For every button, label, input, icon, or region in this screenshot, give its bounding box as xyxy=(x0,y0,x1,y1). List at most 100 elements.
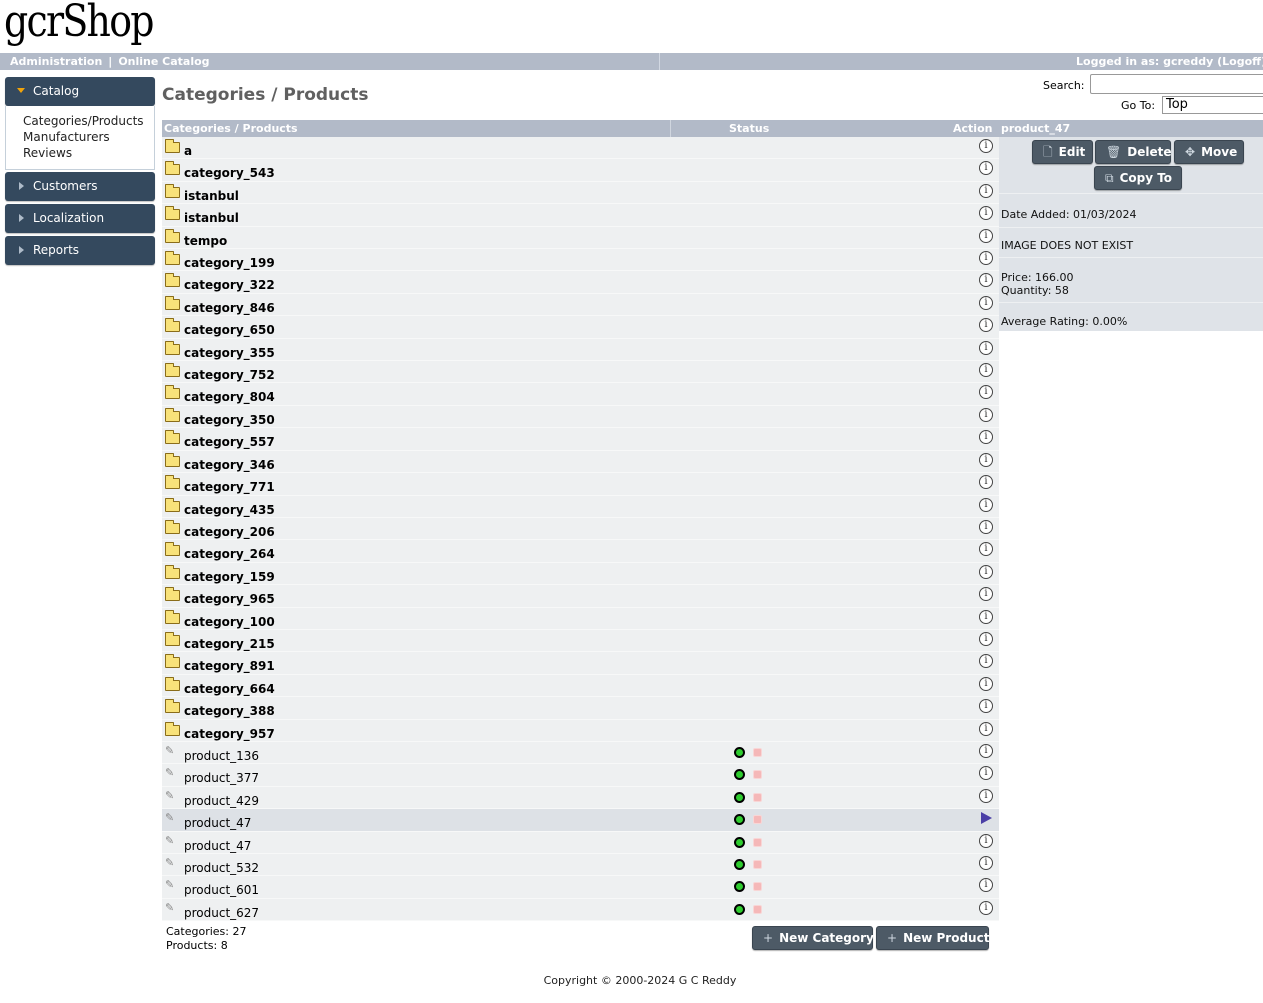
category-name[interactable]: a xyxy=(184,144,192,158)
category-name[interactable]: istanbul xyxy=(184,189,239,203)
info-icon[interactable]: i xyxy=(979,587,993,602)
info-icon[interactable]: i xyxy=(979,407,993,422)
status-active-icon[interactable] xyxy=(734,836,745,848)
category-name[interactable]: category_650 xyxy=(184,323,275,337)
category-name[interactable]: category_388 xyxy=(184,704,275,718)
category-name[interactable]: category_350 xyxy=(184,413,275,427)
sidebar-item-reviews[interactable]: Reviews xyxy=(23,146,72,160)
category-row[interactable]: category_388 i xyxy=(162,697,999,720)
category-name[interactable]: category_199 xyxy=(184,256,275,270)
info-icon[interactable]: i xyxy=(979,519,993,534)
status-inactive-icon[interactable] xyxy=(753,770,762,780)
move-button[interactable]: ✥ Move xyxy=(1174,140,1244,164)
status-inactive-icon[interactable] xyxy=(753,747,762,757)
sidebar-section-customers[interactable]: Customers xyxy=(5,172,155,201)
status-active-icon[interactable] xyxy=(734,791,745,803)
info-icon[interactable]: i xyxy=(979,564,993,579)
category-name[interactable]: tempo xyxy=(184,234,227,248)
info-icon[interactable]: i xyxy=(979,452,993,467)
category-row[interactable]: category_752 i xyxy=(162,361,999,384)
category-row[interactable]: category_664 i xyxy=(162,674,999,698)
sidebar-section-localization[interactable]: Localization xyxy=(5,204,155,233)
category-row[interactable]: category_215 i xyxy=(162,629,999,653)
category-row[interactable]: category_100 i xyxy=(162,607,999,630)
info-icon[interactable]: i xyxy=(979,295,993,310)
category-row[interactable]: tempo i xyxy=(162,226,999,250)
status-inactive-icon[interactable] xyxy=(753,882,762,892)
category-name[interactable]: category_100 xyxy=(184,615,275,629)
info-icon[interactable]: i xyxy=(979,721,993,736)
category-name[interactable]: category_215 xyxy=(184,637,275,651)
administration-link[interactable]: Administration xyxy=(10,55,102,68)
category-name[interactable]: category_322 xyxy=(184,278,275,292)
category-name[interactable]: category_846 xyxy=(184,301,275,315)
info-icon[interactable]: i xyxy=(979,676,993,691)
info-icon[interactable]: i xyxy=(979,161,993,176)
category-row[interactable]: category_350 i xyxy=(162,405,999,429)
category-name[interactable]: category_752 xyxy=(184,368,275,382)
category-row[interactable]: ai xyxy=(162,137,999,160)
category-row[interactable]: category_206 i xyxy=(162,517,999,541)
info-icon[interactable]: i xyxy=(979,900,993,915)
category-name[interactable]: category_355 xyxy=(184,346,275,360)
category-name[interactable]: category_543 xyxy=(184,166,275,180)
info-icon[interactable]: i xyxy=(979,363,993,378)
category-name[interactable]: category_965 xyxy=(184,592,275,606)
category-row[interactable]: category_355 i xyxy=(162,338,999,362)
product-row[interactable]: ✎ product_601 i xyxy=(162,876,999,899)
status-active-icon[interactable] xyxy=(734,769,745,781)
status-active-icon[interactable] xyxy=(734,881,745,893)
status-inactive-icon[interactable] xyxy=(753,815,762,825)
category-row[interactable]: category_199 i xyxy=(162,249,999,272)
status-active-icon[interactable] xyxy=(734,859,745,870)
info-icon[interactable]: i xyxy=(979,497,993,512)
info-icon[interactable]: i xyxy=(979,788,993,803)
status-active-icon[interactable] xyxy=(734,814,745,826)
category-row[interactable]: category_891 i xyxy=(162,652,999,675)
info-icon[interactable]: i xyxy=(979,430,993,445)
category-name[interactable]: category_557 xyxy=(184,435,275,449)
new-product-button[interactable]: + New Product xyxy=(876,926,989,950)
category-row[interactable]: category_557 i xyxy=(162,428,999,451)
logged-in-status[interactable]: Logged in as: gcreddy (Logoff) xyxy=(1076,55,1263,68)
product-name[interactable]: product_47 xyxy=(184,816,251,830)
delete-button[interactable]: 🗑 Delete xyxy=(1095,140,1171,164)
search-input[interactable] xyxy=(1090,74,1263,94)
status-inactive-icon[interactable] xyxy=(753,904,762,914)
category-row[interactable]: category_264 i xyxy=(162,540,999,563)
info-icon[interactable]: i xyxy=(979,139,993,153)
category-row[interactable]: category_435 i xyxy=(162,495,999,518)
copy-to-button[interactable]: ⧉ Copy To xyxy=(1094,166,1182,190)
product-row[interactable]: ✎ product_627 i xyxy=(162,898,999,922)
category-row[interactable]: category_846 i xyxy=(162,293,999,317)
category-name[interactable]: category_346 xyxy=(184,458,275,472)
product-name[interactable]: product_429 xyxy=(184,794,259,808)
info-icon[interactable]: i xyxy=(979,542,993,557)
product-row[interactable]: ✎ product_136 i xyxy=(162,741,999,765)
status-inactive-icon[interactable] xyxy=(753,792,762,802)
sidebar-item-categories-products[interactable]: Categories/Products xyxy=(23,114,144,128)
product-name[interactable]: product_377 xyxy=(184,771,259,785)
category-name[interactable]: category_804 xyxy=(184,390,275,404)
sidebar-item-manufacturers[interactable]: Manufacturers xyxy=(23,130,110,144)
product-row[interactable]: ✎ product_47 i xyxy=(162,831,999,854)
category-row[interactable]: category_965 i xyxy=(162,585,999,608)
info-icon[interactable]: i xyxy=(979,228,993,243)
category-name[interactable]: category_206 xyxy=(184,525,275,539)
product-name[interactable]: product_47 xyxy=(184,839,251,853)
info-icon[interactable]: i xyxy=(979,878,993,893)
info-icon[interactable]: i xyxy=(979,654,993,669)
status-inactive-icon[interactable] xyxy=(753,860,762,869)
info-icon[interactable]: i xyxy=(979,385,993,400)
product-name[interactable]: product_601 xyxy=(184,883,259,897)
info-icon[interactable]: i xyxy=(979,273,993,288)
category-row[interactable]: category_804 i xyxy=(162,383,999,406)
category-row[interactable]: category_771 i xyxy=(162,473,999,496)
info-icon[interactable]: i xyxy=(979,833,993,848)
category-row[interactable]: category_346 i xyxy=(162,450,999,474)
product-name[interactable]: product_136 xyxy=(184,749,259,763)
info-icon[interactable]: i xyxy=(979,206,993,221)
category-row[interactable]: category_543 i xyxy=(162,159,999,182)
info-icon[interactable]: i xyxy=(979,699,993,714)
category-row[interactable]: category_957 i xyxy=(162,719,999,742)
